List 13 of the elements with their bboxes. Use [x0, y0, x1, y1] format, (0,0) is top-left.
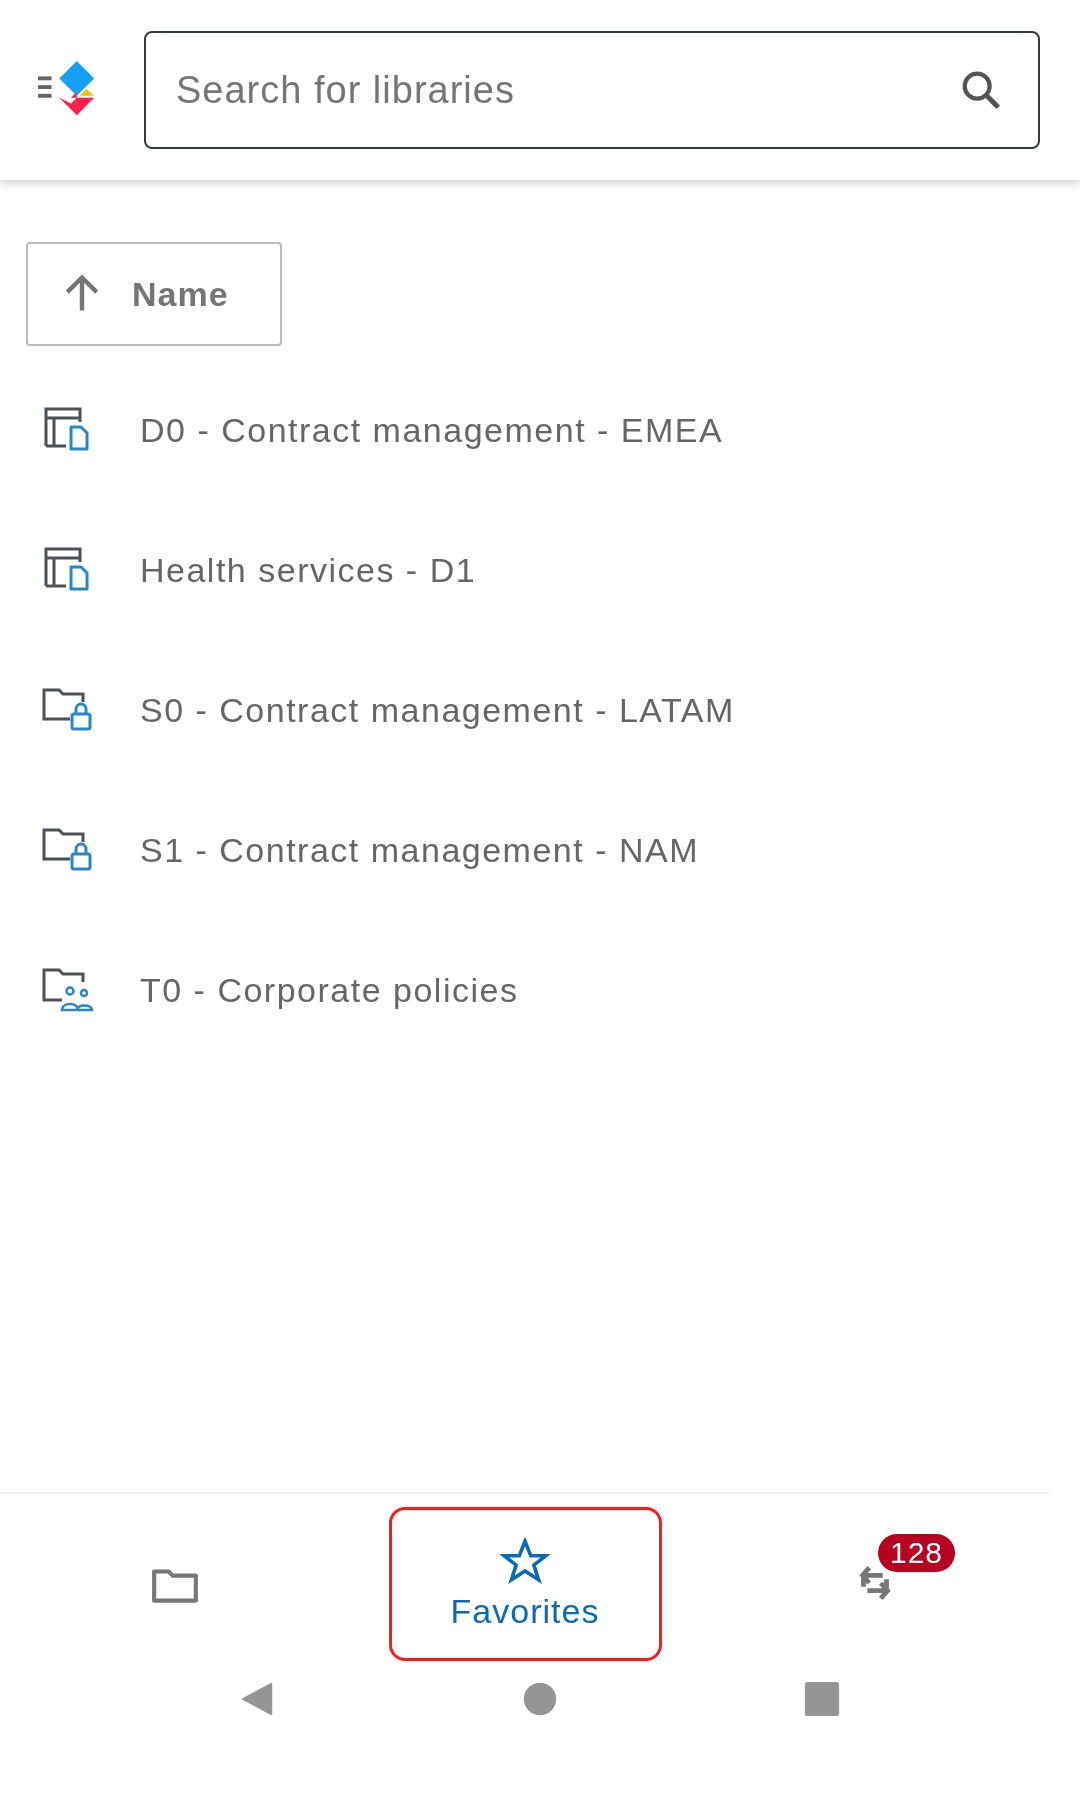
- library-name[interactable]: Health services - D1: [140, 550, 477, 590]
- star-icon: [500, 1537, 550, 1584]
- library-name[interactable]: S0 - Contract management - LATAM: [140, 690, 735, 730]
- library-name[interactable]: S1 - Contract management - NAM: [140, 830, 699, 870]
- sort-button[interactable]: Name: [26, 242, 282, 346]
- nav-tab[interactable]: 128: [792, 1507, 958, 1661]
- recents-icon[interactable]: [803, 1680, 841, 1718]
- nav-tab[interactable]: Favorites: [388, 1507, 662, 1661]
- search-field[interactable]: Search for libraries: [144, 31, 1040, 149]
- library-name[interactable]: T0 - Corporate policies: [140, 970, 519, 1010]
- count-badge: 128: [878, 1533, 956, 1572]
- home-icon[interactable]: [521, 1680, 559, 1718]
- library-name[interactable]: D0 - Contract management - EMEA: [140, 410, 724, 450]
